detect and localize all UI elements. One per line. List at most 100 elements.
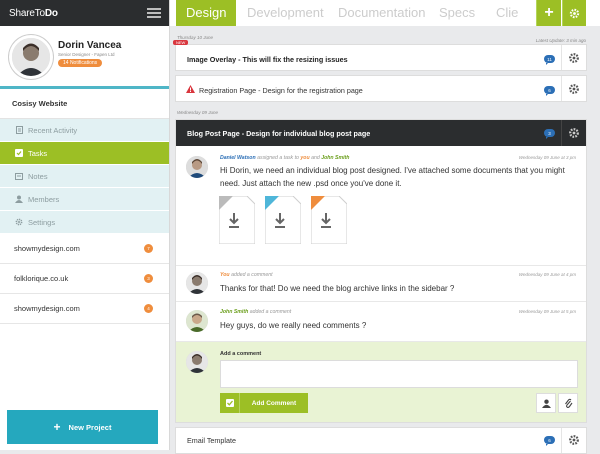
comment-count-badge: 6 (544, 86, 555, 96)
tab-documentation[interactable]: Documentation (338, 0, 425, 26)
comment: You added a comment Wednesday 09 June at… (176, 266, 586, 302)
paperclip-icon (564, 398, 573, 409)
file-attachment-psd[interactable] (265, 196, 301, 244)
divider (561, 428, 562, 453)
notifications-badge[interactable]: 14 Notifications (58, 59, 103, 67)
add-comment-label: Add a comment (220, 351, 262, 357)
task-title: Image Overlay - This will fix the resizi… (187, 55, 348, 64)
avatar[interactable] (186, 156, 208, 178)
project-count-badge: 7 (144, 244, 153, 253)
profile-role: Senior Designer - Fapen Ltd (58, 52, 115, 57)
comment-author[interactable]: Daniel Watson (220, 155, 256, 161)
gear-icon[interactable] (568, 52, 580, 64)
comment-author[interactable]: You (220, 272, 230, 278)
comment-action: added a comment (231, 272, 273, 278)
comment-date: Wednesday 09 June at 3 pm (518, 155, 576, 160)
menu-item-settings[interactable]: Settings (0, 211, 169, 234)
document-icon (15, 126, 23, 134)
sidebar-topbar: ShareToDo (0, 0, 169, 26)
menu-item-label: Members (28, 194, 60, 204)
comment-action: added a comment (249, 309, 292, 315)
comment-target[interactable]: you (300, 155, 309, 161)
comment-target[interactable]: John Smith (321, 155, 349, 161)
avatar[interactable] (186, 310, 208, 332)
comment-and: and (311, 155, 320, 161)
app-logo[interactable]: ShareToDo (9, 8, 58, 19)
notes-icon (15, 172, 23, 180)
add-button[interactable]: + (536, 0, 561, 26)
task-row[interactable]: Registration Page - Design for the regis… (175, 75, 587, 102)
task-row[interactable]: NEW Image Overlay - This will fix the re… (173, 40, 587, 71)
menu-item-label: Notes (28, 171, 48, 181)
gear-icon[interactable] (568, 83, 580, 95)
menu-icon[interactable] (147, 8, 161, 18)
tab-clients[interactable]: Clie (496, 0, 518, 26)
comment-text: Hey guys, do we really need comments ? (220, 321, 367, 330)
gear-icon (569, 8, 580, 19)
comment: John Smith added a comment Wednesday 09 … (176, 302, 586, 342)
warning-icon (186, 85, 195, 93)
project-count-badge: 4 (144, 304, 153, 313)
add-comment-area: Add a comment Add Comment (176, 342, 586, 422)
add-comment-button-label: Add Comment (251, 399, 297, 407)
user-icon (15, 195, 23, 203)
date-label: Wednesday 09 June (177, 110, 218, 115)
avatar[interactable] (186, 272, 208, 294)
comment-count-badge: 11 (544, 55, 555, 65)
project-list: showmydesign.com 7 folklorique.co.uk 3 sho… (0, 234, 169, 324)
gear-icon[interactable] (568, 434, 580, 446)
project-name: showmydesign.com (14, 304, 80, 313)
checkbox-icon (15, 149, 23, 157)
comment-input[interactable] (220, 360, 578, 388)
divider (561, 76, 562, 101)
project-item[interactable]: showmydesign.com 7 (0, 234, 169, 264)
plus-icon: + (53, 420, 61, 434)
settings-button[interactable] (562, 0, 586, 26)
menu-item-label: Settings (28, 217, 56, 227)
comment-count-badge: 3 (544, 129, 555, 139)
comment-author[interactable]: John Smith (220, 309, 248, 315)
new-project-button[interactable]: + New Project (7, 410, 158, 444)
comment-meta: You added a comment (220, 272, 273, 278)
gear-icon[interactable] (568, 127, 580, 139)
project-item[interactable]: folklorique.co.uk 3 (0, 264, 169, 294)
menu-item-recent-activity[interactable]: Recent Activity (0, 119, 169, 142)
project-item[interactable]: showmydesign.com 4 (0, 294, 169, 324)
project-name: showmydesign.com (14, 244, 80, 253)
comment-text: Thanks for that! Do we need the blog arc… (220, 284, 455, 293)
comment-date: Wednesday 09 June at 4 pm (518, 272, 576, 277)
project-count-badge: 3 (144, 274, 153, 283)
comment-meta: Daniel Watson assigned a task to you and… (220, 155, 349, 161)
tab-development[interactable]: Development (247, 0, 324, 26)
gear-icon (15, 218, 23, 226)
task-title: Registration Page - Design for the regis… (199, 86, 363, 95)
task-detail-card: Blog Post Page - Design for individual b… (175, 119, 587, 423)
project-name: folklorique.co.uk (14, 274, 69, 283)
menu-item-tasks[interactable]: Tasks (0, 142, 169, 165)
checkbox-icon (220, 393, 240, 413)
user-icon (541, 399, 551, 408)
tab-bar: Design Development Documentation Specs C… (170, 0, 600, 26)
sidebar: ShareToDo Dorin Vancea Senior Designer -… (0, 0, 170, 450)
menu-item-notes[interactable]: Notes (0, 165, 169, 188)
menu-item-label: Tasks (28, 148, 48, 158)
file-attachment-pdf[interactable] (311, 196, 347, 244)
mention-user-button[interactable] (536, 393, 556, 413)
task-detail-header[interactable]: Blog Post Page - Design for individual b… (176, 120, 586, 146)
comment-count-badge: 6 (544, 436, 555, 446)
project-title: Cosisy Website (0, 89, 169, 119)
comment-meta: John Smith added a comment (220, 309, 291, 315)
avatar[interactable] (9, 35, 53, 79)
add-comment-button[interactable]: Add Comment (220, 393, 308, 413)
new-project-label: New Project (68, 422, 112, 432)
tab-design[interactable]: Design (176, 0, 237, 26)
comment-text: Hi Dorin, we need an individual blog pos… (220, 166, 565, 188)
attach-file-button[interactable] (558, 393, 578, 413)
file-attachment-doc[interactable] (219, 196, 255, 244)
task-title: Email Template (187, 436, 237, 445)
tab-specs[interactable]: Specs (439, 0, 475, 26)
menu-item-members[interactable]: Members (0, 188, 169, 211)
divider (561, 45, 562, 70)
task-title: Blog Post Page - Design for individual b… (187, 129, 371, 138)
plus-icon: + (544, 4, 554, 21)
